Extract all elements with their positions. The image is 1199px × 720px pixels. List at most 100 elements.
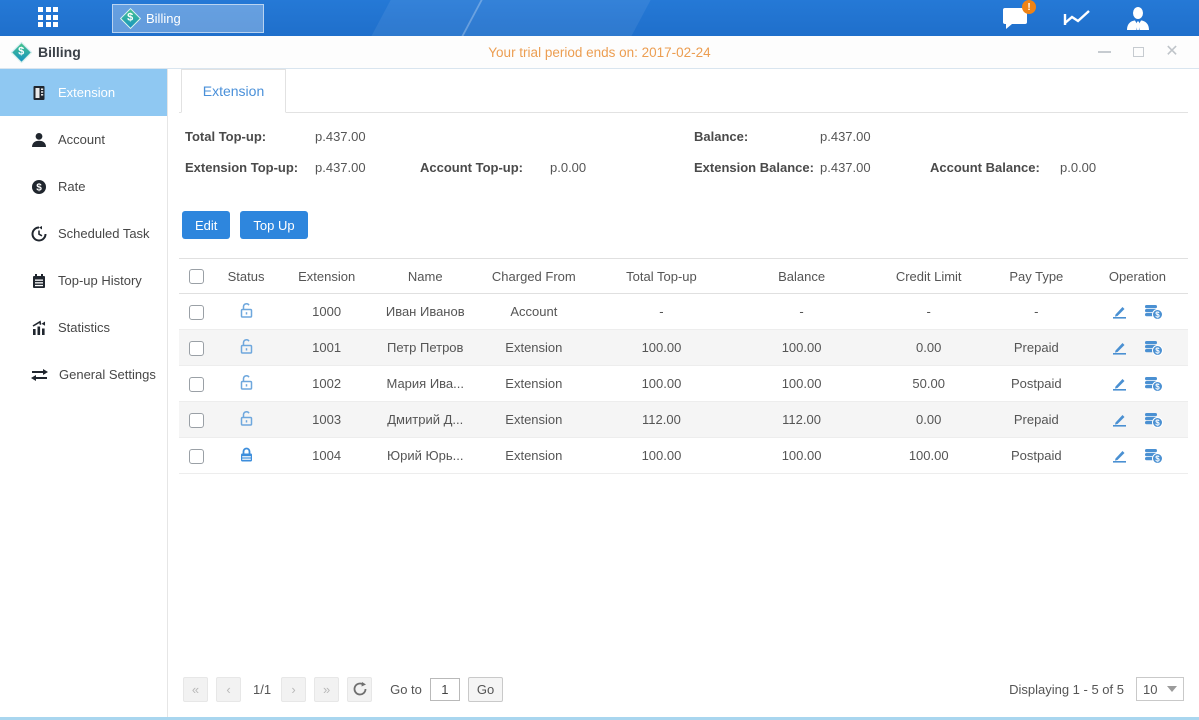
- go-button[interactable]: Go: [468, 677, 503, 702]
- col-pay-type: Pay Type: [986, 259, 1087, 294]
- extensions-table: Status Extension Name Charged From Total…: [179, 258, 1188, 474]
- name-cell: Петр Петров: [374, 330, 476, 366]
- operation-cell: $: [1087, 438, 1188, 473]
- maximize-icon[interactable]: [1131, 45, 1145, 59]
- goto-page-input[interactable]: [430, 678, 460, 701]
- sidebar-item-extension[interactable]: Extension: [0, 69, 167, 116]
- extension-cell: 1004: [279, 438, 374, 474]
- extension-topup-value: p.437.00: [315, 160, 366, 175]
- displaying-text: Displaying 1 - 5 of 5: [1009, 682, 1124, 697]
- minimize-icon[interactable]: [1097, 45, 1111, 59]
- select-all-checkbox[interactable]: [189, 269, 204, 284]
- taskbar-item-billing[interactable]: $ Billing: [112, 4, 264, 33]
- topup-coins-icon[interactable]: $: [1144, 339, 1163, 356]
- statistics-chart-icon: [31, 320, 47, 336]
- topup-coins-icon[interactable]: $: [1144, 303, 1163, 320]
- account-person-icon: [31, 132, 47, 148]
- edit-pencil-icon[interactable]: [1111, 303, 1128, 320]
- tab-bar: Extension: [179, 69, 1188, 113]
- row-checkbox[interactable]: [189, 449, 204, 464]
- row-checkbox[interactable]: [189, 377, 204, 392]
- status-cell: [213, 330, 279, 366]
- row-checkbox[interactable]: [189, 305, 204, 320]
- tab-extension[interactable]: Extension: [181, 69, 286, 113]
- col-credit-limit: Credit Limit: [872, 259, 986, 294]
- prev-page-button[interactable]: ‹: [216, 677, 241, 702]
- balance-cell: 112.00: [732, 402, 872, 438]
- row-checkbox[interactable]: [189, 413, 204, 428]
- pay-type-cell: Prepaid: [986, 330, 1087, 366]
- balance-value: p.437.00: [820, 129, 871, 144]
- edit-pencil-icon[interactable]: [1111, 411, 1128, 428]
- col-charged-from: Charged From: [476, 259, 591, 294]
- status-cell: [213, 294, 279, 330]
- edit-pencil-icon[interactable]: [1111, 375, 1128, 392]
- taskbar-item-label: Billing: [146, 11, 181, 26]
- close-icon[interactable]: ✕: [1165, 45, 1179, 59]
- lock-closed-icon: [238, 446, 255, 463]
- sidebar-item-statistics[interactable]: Statistics: [0, 304, 167, 351]
- col-extension: Extension: [279, 259, 374, 294]
- topup-coins-icon[interactable]: $: [1144, 375, 1163, 392]
- sidebar-item-general-settings[interactable]: General Settings: [0, 351, 167, 398]
- name-cell: Мария Ива...: [374, 366, 476, 402]
- sidebar-item-label: Scheduled Task: [58, 226, 150, 241]
- balance-cell: -: [732, 294, 872, 330]
- sidebar-item-label: Rate: [58, 179, 85, 194]
- topup-coins-icon[interactable]: $: [1144, 447, 1163, 464]
- lock-open-icon: [238, 302, 255, 319]
- svg-text:$: $: [1156, 383, 1161, 392]
- charged-from-cell: Extension: [476, 366, 591, 402]
- total-topup-cell: 100.00: [591, 366, 731, 402]
- page-indicator: 1/1: [253, 682, 271, 697]
- account-topup-label: Account Top-up:: [420, 160, 523, 175]
- credit-limit-cell: 0.00: [872, 402, 986, 438]
- edit-pencil-icon[interactable]: [1111, 339, 1128, 356]
- next-page-button[interactable]: ›: [281, 677, 306, 702]
- edit-button[interactable]: Edit: [182, 211, 230, 239]
- table-row: 1001Петр ПетровExtension100.00100.000.00…: [179, 330, 1188, 366]
- operation-cell: $: [1087, 366, 1188, 401]
- extension-cell: 1000: [279, 294, 374, 330]
- col-name: Name: [374, 259, 476, 294]
- sidebar-item-account[interactable]: Account: [0, 116, 167, 163]
- user-account-icon[interactable]: [1125, 6, 1151, 31]
- window-title: $ Billing: [14, 44, 81, 60]
- billing-dollar-diamond-icon: $: [11, 41, 32, 62]
- table-row: 1004Юрий Юрь...Extension100.00100.00100.…: [179, 438, 1188, 474]
- chevron-down-icon: [1167, 686, 1177, 692]
- credit-limit-cell: 0.00: [872, 330, 986, 366]
- page-size-select[interactable]: 10: [1136, 677, 1184, 701]
- apps-grid-icon[interactable]: [38, 7, 60, 29]
- row-checkbox[interactable]: [189, 341, 204, 356]
- sidebar-item-rate[interactable]: $ Rate: [0, 163, 167, 210]
- sidebar: Extension Account $ Rate Scheduled Task: [0, 69, 168, 717]
- topup-coins-icon[interactable]: $: [1144, 411, 1163, 428]
- pay-type-cell: Postpaid: [986, 438, 1087, 474]
- sidebar-item-topup-history[interactable]: Top-up History: [0, 257, 167, 304]
- table-header-row: Status Extension Name Charged From Total…: [179, 259, 1188, 294]
- reports-chart-icon[interactable]: [1063, 6, 1091, 30]
- total-topup-cell: 100.00: [591, 438, 731, 474]
- sidebar-item-label: Statistics: [58, 320, 110, 335]
- name-cell: Иван Иванов: [374, 294, 476, 330]
- extension-cell: 1003: [279, 402, 374, 438]
- extension-cell: 1002: [279, 366, 374, 402]
- topup-button[interactable]: Top Up: [240, 211, 307, 239]
- balance-label: Balance:: [694, 129, 748, 144]
- edit-pencil-icon[interactable]: [1111, 447, 1128, 464]
- messages-icon[interactable]: !: [1002, 6, 1029, 30]
- col-status: Status: [213, 259, 279, 294]
- account-balance-label: Account Balance:: [930, 160, 1040, 175]
- first-page-button[interactable]: «: [183, 677, 208, 702]
- refresh-icon[interactable]: [347, 677, 372, 702]
- scheduled-task-clock-icon: [31, 226, 47, 242]
- sidebar-item-scheduled-task[interactable]: Scheduled Task: [0, 210, 167, 257]
- window-title-text: Billing: [38, 44, 81, 60]
- svg-text:$: $: [36, 182, 42, 193]
- last-page-button[interactable]: »: [314, 677, 339, 702]
- table-row: 1000Иван ИвановAccount----$: [179, 294, 1188, 330]
- billing-dollar-diamond-icon: $: [120, 7, 141, 28]
- credit-limit-cell: 100.00: [872, 438, 986, 474]
- svg-text:$: $: [1156, 419, 1161, 428]
